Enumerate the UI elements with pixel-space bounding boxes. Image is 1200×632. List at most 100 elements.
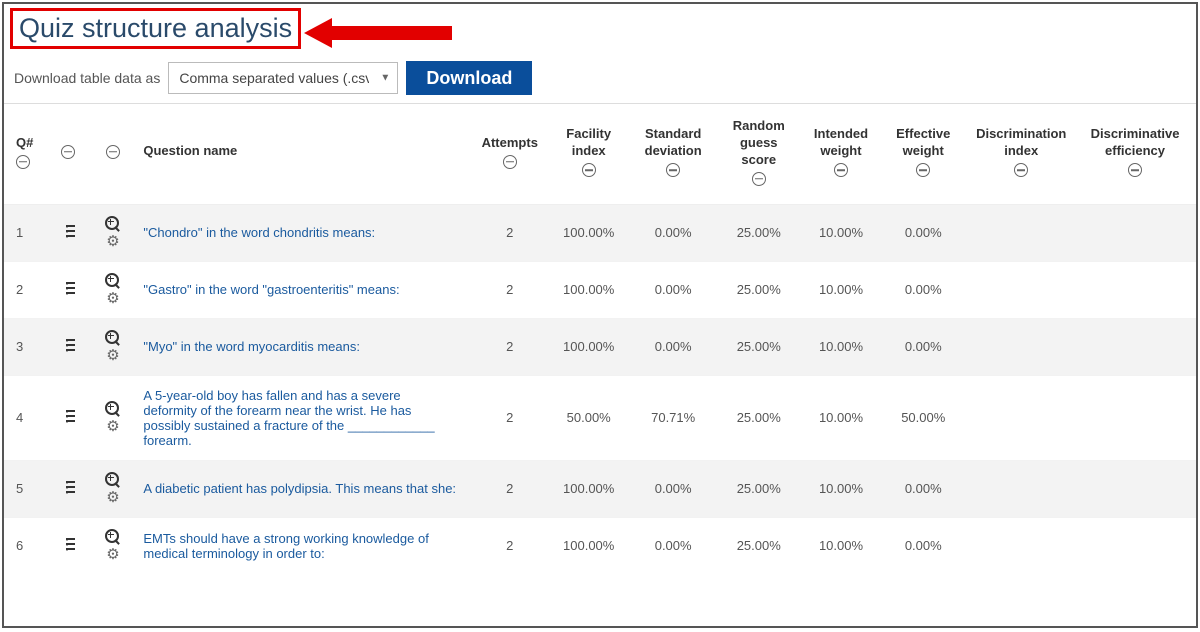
cell-type-icon[interactable] xyxy=(48,261,88,318)
cell-stddev: 0.00% xyxy=(629,318,718,375)
col-header-discrim-index[interactable]: Discrimination index xyxy=(964,104,1078,204)
download-label: Download table data as xyxy=(14,70,160,86)
preview-icon[interactable] xyxy=(106,217,120,231)
cell-random: 25.00% xyxy=(718,517,800,574)
cell-stddev: 0.00% xyxy=(629,460,718,517)
col-header-intended[interactable]: Intended weight xyxy=(800,104,882,204)
col-header-actions[interactable] xyxy=(88,104,137,204)
cell-random: 25.00% xyxy=(718,318,800,375)
question-link[interactable]: "Chondro" in the word chondritis means: xyxy=(143,225,375,240)
collapse-icon[interactable] xyxy=(916,163,930,177)
col-header-effective[interactable]: Effective weight xyxy=(882,104,964,204)
format-select[interactable]: Comma separated values (.csv) xyxy=(168,62,398,94)
cell-stddev: 0.00% xyxy=(629,261,718,318)
table-row: 6⚙EMTs should have a strong working know… xyxy=(4,517,1196,574)
col-header-stddev[interactable]: Standard deviation xyxy=(629,104,718,204)
cell-effective: 0.00% xyxy=(882,517,964,574)
cell-attempts: 2 xyxy=(471,204,549,261)
cell-discrim-index xyxy=(964,460,1078,517)
collapse-icon[interactable] xyxy=(503,155,517,169)
cell-intended: 10.00% xyxy=(800,318,882,375)
cell-question-name: "Chondro" in the word chondritis means: xyxy=(137,204,470,261)
cell-intended: 10.00% xyxy=(800,460,882,517)
cell-discrim-eff xyxy=(1078,517,1196,574)
cell-effective: 0.00% xyxy=(882,261,964,318)
question-link[interactable]: "Gastro" in the word "gastroenteritis" m… xyxy=(143,282,399,297)
cell-type-icon[interactable] xyxy=(48,204,88,261)
collapse-icon[interactable] xyxy=(834,163,848,177)
cell-discrim-index xyxy=(964,375,1078,460)
cell-type-icon[interactable] xyxy=(48,318,88,375)
cell-qnum: 2 xyxy=(4,261,48,318)
cell-stddev: 0.00% xyxy=(629,517,718,574)
cell-type-icon[interactable] xyxy=(48,375,88,460)
cell-discrim-eff xyxy=(1078,375,1196,460)
preview-icon[interactable] xyxy=(106,274,120,288)
col-header-discrim-eff[interactable]: Discriminative efficiency xyxy=(1078,104,1196,204)
collapse-icon[interactable] xyxy=(582,163,596,177)
cell-type-icon[interactable] xyxy=(48,460,88,517)
cell-question-name: "Gastro" in the word "gastroenteritis" m… xyxy=(137,261,470,318)
cell-intended: 10.00% xyxy=(800,517,882,574)
cell-facility: 100.00% xyxy=(549,318,629,375)
cell-random: 25.00% xyxy=(718,204,800,261)
cell-action-icons: ⚙ xyxy=(88,517,137,574)
cell-attempts: 2 xyxy=(471,318,549,375)
cell-type-icon[interactable] xyxy=(48,517,88,574)
gear-icon[interactable]: ⚙ xyxy=(106,349,120,363)
cell-action-icons: ⚙ xyxy=(88,318,137,375)
collapse-icon[interactable] xyxy=(752,172,766,186)
collapse-icon[interactable] xyxy=(16,155,30,169)
gear-icon[interactable]: ⚙ xyxy=(106,491,120,505)
cell-effective: 0.00% xyxy=(882,460,964,517)
download-button[interactable]: Download xyxy=(406,61,532,95)
preview-icon[interactable] xyxy=(106,473,120,487)
cell-facility: 100.00% xyxy=(549,460,629,517)
question-link[interactable]: A diabetic patient has polydipsia. This … xyxy=(143,481,456,496)
gear-icon[interactable]: ⚙ xyxy=(106,292,120,306)
cell-facility: 100.00% xyxy=(549,261,629,318)
cell-attempts: 2 xyxy=(471,460,549,517)
cell-qnum: 1 xyxy=(4,204,48,261)
analysis-table: Q# Question name Attempts Facility xyxy=(4,104,1196,574)
cell-question-name: A 5-year-old boy has fallen and has a se… xyxy=(137,375,470,460)
cell-discrim-index xyxy=(964,318,1078,375)
cell-random: 25.00% xyxy=(718,375,800,460)
gear-icon[interactable]: ⚙ xyxy=(106,420,120,434)
col-header-random[interactable]: Random guess score xyxy=(718,104,800,204)
table-row: 1 ⚙ "Chondro" in the word chondritis means… xyxy=(4,204,1196,261)
col-header-attempts[interactable]: Attempts xyxy=(471,104,549,204)
col-header-type[interactable] xyxy=(48,104,88,204)
preview-icon[interactable] xyxy=(106,530,120,544)
cell-random: 25.00% xyxy=(718,261,800,318)
collapse-icon[interactable] xyxy=(61,145,75,159)
collapse-icon[interactable] xyxy=(1128,163,1142,177)
table-row: 5⚙A diabetic patient has polydipsia. Thi… xyxy=(4,460,1196,517)
cell-stddev: 70.71% xyxy=(629,375,718,460)
list-icon xyxy=(60,409,76,423)
cell-attempts: 2 xyxy=(471,375,549,460)
question-link[interactable]: "Myo" in the word myocarditis means: xyxy=(143,339,360,354)
collapse-icon[interactable] xyxy=(106,145,120,159)
cell-intended: 10.00% xyxy=(800,261,882,318)
cell-action-icons: ⚙ xyxy=(88,375,137,460)
cell-discrim-index xyxy=(964,517,1078,574)
col-header-question-name[interactable]: Question name xyxy=(137,104,470,204)
preview-icon[interactable] xyxy=(106,331,120,345)
question-link[interactable]: A 5-year-old boy has fallen and has a se… xyxy=(143,388,434,448)
collapse-icon[interactable] xyxy=(1014,163,1028,177)
gear-icon[interactable]: ⚙ xyxy=(106,548,120,562)
cell-action-icons: ⚙ xyxy=(88,204,137,261)
cell-discrim-index xyxy=(964,261,1078,318)
col-header-facility[interactable]: Facility index xyxy=(549,104,629,204)
cell-discrim-index xyxy=(964,204,1078,261)
cell-action-icons: ⚙ xyxy=(88,460,137,517)
gear-icon[interactable]: ⚙ xyxy=(106,235,120,249)
list-icon xyxy=(60,224,76,238)
cell-action-icons: ⚙ xyxy=(88,261,137,318)
col-header-qnum[interactable]: Q# xyxy=(4,104,48,204)
page-title: Quiz structure analysis xyxy=(10,8,301,49)
question-link[interactable]: EMTs should have a strong working knowle… xyxy=(143,531,428,561)
collapse-icon[interactable] xyxy=(666,163,680,177)
preview-icon[interactable] xyxy=(106,402,120,416)
